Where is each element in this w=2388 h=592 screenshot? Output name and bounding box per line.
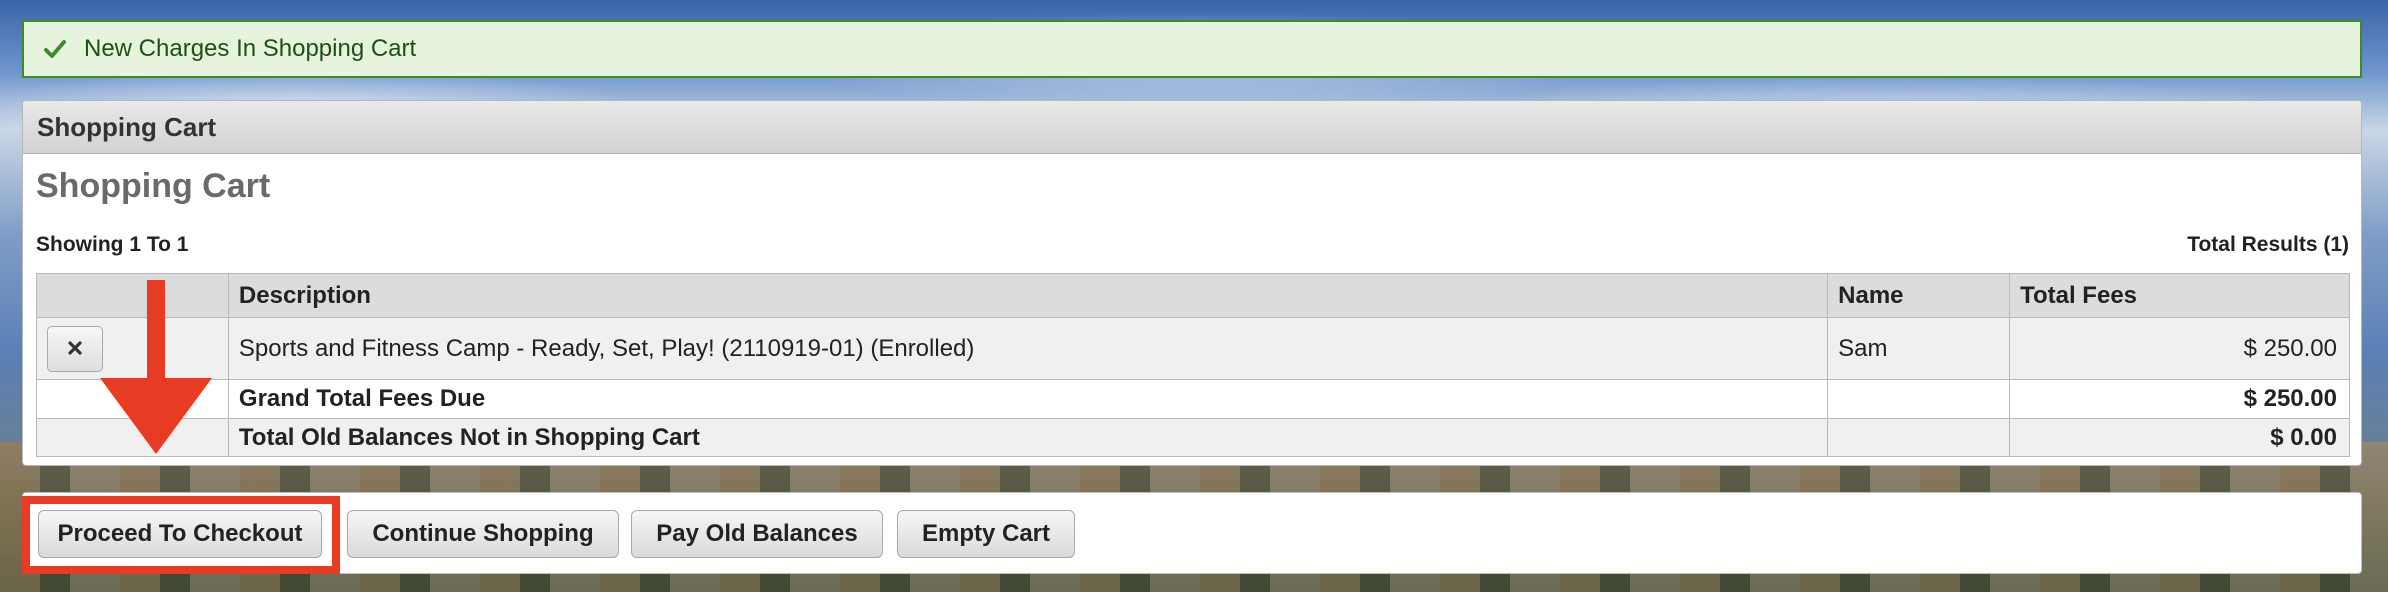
- item-name: Sam: [1827, 317, 2011, 380]
- old-balances-row: Total Old Balances Not in Shopping Cart …: [36, 418, 2350, 457]
- close-icon: [67, 336, 83, 362]
- alert-message: New Charges In Shopping Cart: [84, 35, 417, 62]
- proceed-to-checkout-button[interactable]: Proceed To Checkout: [38, 510, 322, 558]
- shopping-cart-panel: Shopping Cart Shopping Cart Showing 1 To…: [22, 100, 2362, 466]
- continue-shopping-button[interactable]: Continue Shopping: [347, 510, 619, 558]
- showing-count: Showing 1 To 1: [36, 233, 189, 256]
- column-header-total-fees: Total Fees: [2009, 273, 2350, 318]
- empty-cart-button[interactable]: Empty Cart: [897, 510, 1075, 558]
- old-balances-spacer: [36, 418, 229, 457]
- panel-header: Shopping Cart: [23, 101, 2361, 154]
- table-row: Sports and Fitness Camp - Ready, Set, Pl…: [36, 317, 2350, 380]
- grand-total-spacer: [36, 379, 229, 419]
- check-icon: [42, 36, 68, 62]
- item-description: Sports and Fitness Camp - Ready, Set, Pl…: [227, 317, 1829, 380]
- cart-table: Description Name Total Fees Sports and F…: [36, 273, 2350, 457]
- pay-old-balances-button[interactable]: Pay Old Balances: [631, 510, 883, 558]
- remove-cell: [36, 317, 229, 380]
- grand-total-name-spacer: [1827, 379, 2011, 419]
- item-fees: $ 250.00: [2009, 317, 2350, 380]
- grand-total-label: Grand Total Fees Due: [227, 379, 1829, 419]
- old-balances-name-spacer: [1827, 418, 2011, 457]
- success-alert: New Charges In Shopping Cart: [22, 20, 2362, 78]
- table-header-row: Description Name Total Fees: [36, 273, 2350, 318]
- total-results: Total Results (1): [2187, 233, 2349, 256]
- column-header-name: Name: [1827, 273, 2011, 318]
- action-button-bar: Proceed To Checkout Continue Shopping Pa…: [22, 492, 2362, 574]
- old-balances-label: Total Old Balances Not in Shopping Cart: [227, 418, 1829, 457]
- remove-item-button[interactable]: [47, 325, 103, 372]
- grand-total-row: Grand Total Fees Due $ 250.00: [36, 379, 2350, 419]
- old-balances-value: $ 0.00: [2009, 418, 2350, 457]
- page-title: Shopping Cart: [36, 167, 271, 205]
- column-header-remove: [36, 273, 229, 318]
- column-header-description: Description: [227, 273, 1829, 318]
- grand-total-value: $ 250.00: [2009, 379, 2350, 419]
